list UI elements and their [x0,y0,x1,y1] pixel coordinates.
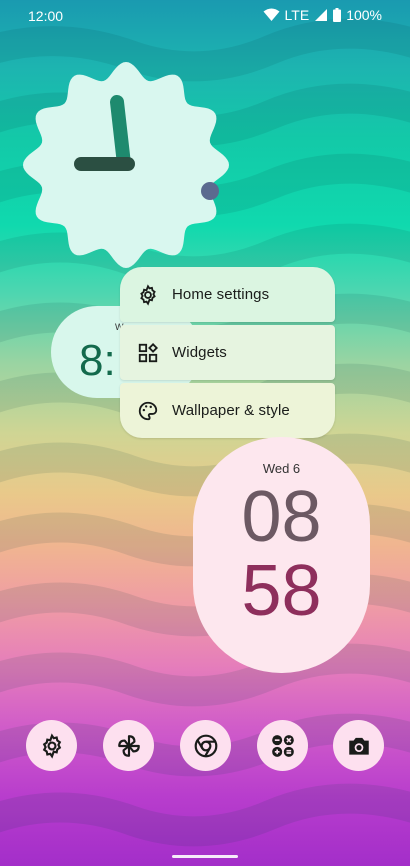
menu-item-label: Widgets [172,344,227,361]
widgets-icon [137,342,159,364]
signal-icon [314,8,328,22]
settings-app-icon[interactable] [26,720,77,771]
camera-icon [348,737,369,755]
menu-item-widgets[interactable]: Widgets [120,325,335,380]
battery-icon [333,8,342,22]
menu-item-wallpaper-style[interactable]: Wallpaper & style [120,383,335,438]
pinwheel-app-icon[interactable] [103,720,154,771]
large-clock-date: Wed 6 [262,461,301,476]
network-type: LTE [284,7,310,23]
battery-percent: 100% [346,7,382,23]
small-clock-time: 8: [79,336,116,385]
calculator-icon [271,734,294,757]
status-time: 12:00 [28,8,64,24]
wifi-icon [263,8,280,22]
chrome-app-icon[interactable] [180,720,231,771]
gear-icon [137,283,159,306]
home-context-menu: Home settings Widgets Wallpaper & style [120,267,335,441]
chrome-icon [194,734,217,757]
menu-item-label: Wallpaper & style [172,402,290,419]
app-dock [0,720,410,772]
menu-item-home-settings[interactable]: Home settings [120,267,335,322]
analog-clock-face [23,62,229,268]
camera-app-icon[interactable] [333,720,384,771]
palette-icon [137,400,159,422]
pinwheel-icon [117,734,140,757]
status-bar: 12:00 LTE 100% [0,0,410,30]
large-clock-hours: 08 [241,477,322,557]
digital-clock-widget-large[interactable]: Wed 6 08 58 [193,437,370,673]
settings-icon [42,732,61,759]
calculator-app-icon[interactable] [257,720,308,771]
large-clock-minutes: 58 [241,551,322,631]
gesture-nav-handle[interactable] [172,855,238,858]
analog-clock-widget[interactable] [21,60,231,270]
menu-item-label: Home settings [172,286,270,303]
